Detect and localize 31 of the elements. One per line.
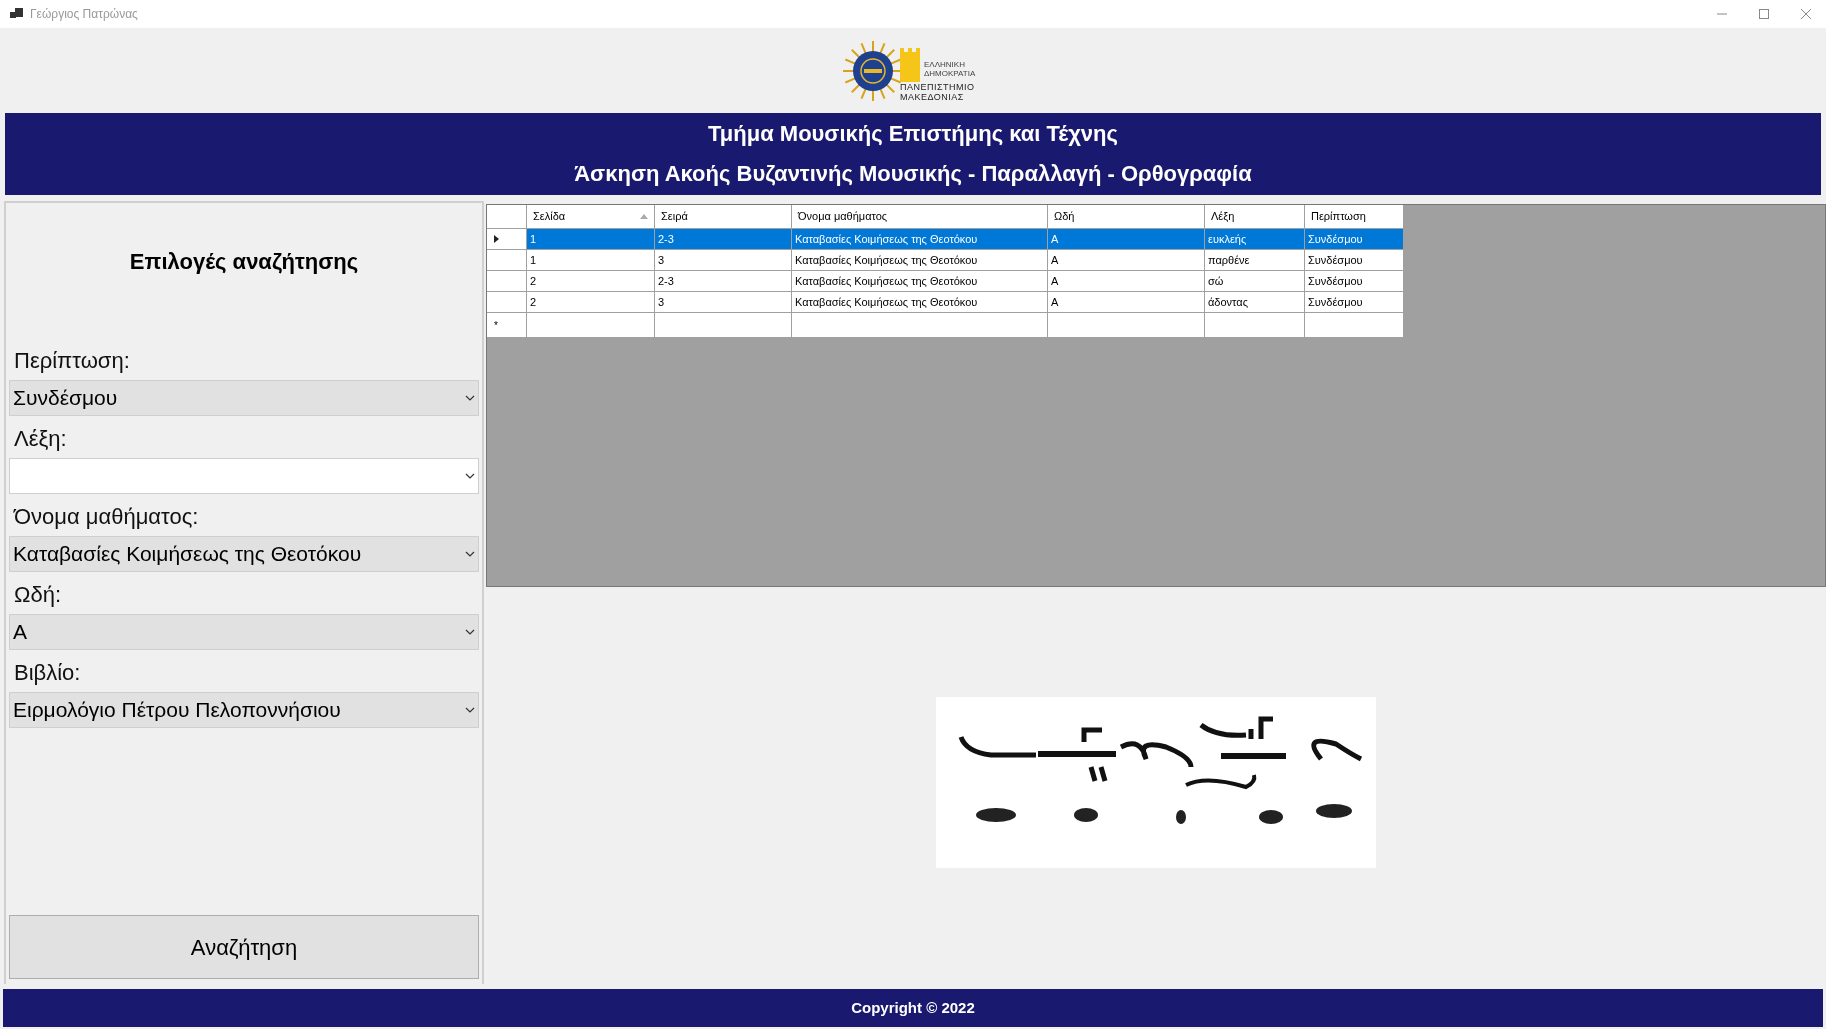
- window-title: Γεώργιος Πατρώνας: [30, 6, 138, 23]
- chevron-down-icon: [465, 629, 475, 635]
- field-label: Ωδή:: [13, 581, 63, 609]
- copyright-text: Copyright © 2022: [851, 997, 975, 1018]
- field-label: Βιβλίο:: [13, 659, 82, 687]
- field-label: Όνομα μαθήματος:: [12, 503, 200, 531]
- logo-subtitle: ΕΛΛΗΝΙΚΗ ΔΗΜΟΚΡΑΤΙΑ: [924, 59, 977, 78]
- close-icon[interactable]: [1800, 8, 1812, 20]
- tower-icon: [900, 47, 920, 82]
- maximize-icon[interactable]: [1758, 8, 1770, 20]
- row-header[interactable]: [487, 229, 527, 250]
- dropdown[interactable]: Συνδέσμου: [9, 380, 479, 416]
- chevron-down-icon: [465, 473, 475, 479]
- chevron-down-icon: [465, 395, 475, 401]
- search-button[interactable]: Αναζήτηση: [9, 915, 479, 979]
- field-label: Λέξη:: [13, 425, 68, 453]
- logo-text: ΠΑΝΕΠΙΣΤΗΜΙΟ: [900, 81, 976, 92]
- dropdown[interactable]: Ειρμολόγιο Πέτρου Πελοποννήσιου: [9, 692, 479, 728]
- dropdown[interactable]: Καταβασίες Κοιμήσεως της Θεοτόκου: [9, 536, 479, 572]
- app-icon: [10, 8, 24, 20]
- chevron-down-icon: [465, 707, 475, 713]
- header-title: Άσκηση Ακοής Βυζαντινής Μουσικής - Παραλλαγή - Ορθογραφία: [574, 160, 1252, 188]
- dropdown[interactable]: [9, 458, 479, 494]
- chevron-down-icon: [465, 551, 475, 557]
- dropdown[interactable]: Α: [9, 614, 479, 650]
- logo-text: ΜΑΚΕΔΟΝΙΑΣ: [900, 91, 965, 102]
- header-title: Τμήμα Μουσικής Επιστήμης και Τέχνης: [708, 120, 1118, 148]
- field-label: Περίπτωση:: [13, 347, 131, 375]
- panel-title: Επιλογές αναζήτησης: [128, 248, 360, 276]
- new-row-marker: *: [494, 318, 498, 333]
- current-row-icon: [494, 235, 499, 243]
